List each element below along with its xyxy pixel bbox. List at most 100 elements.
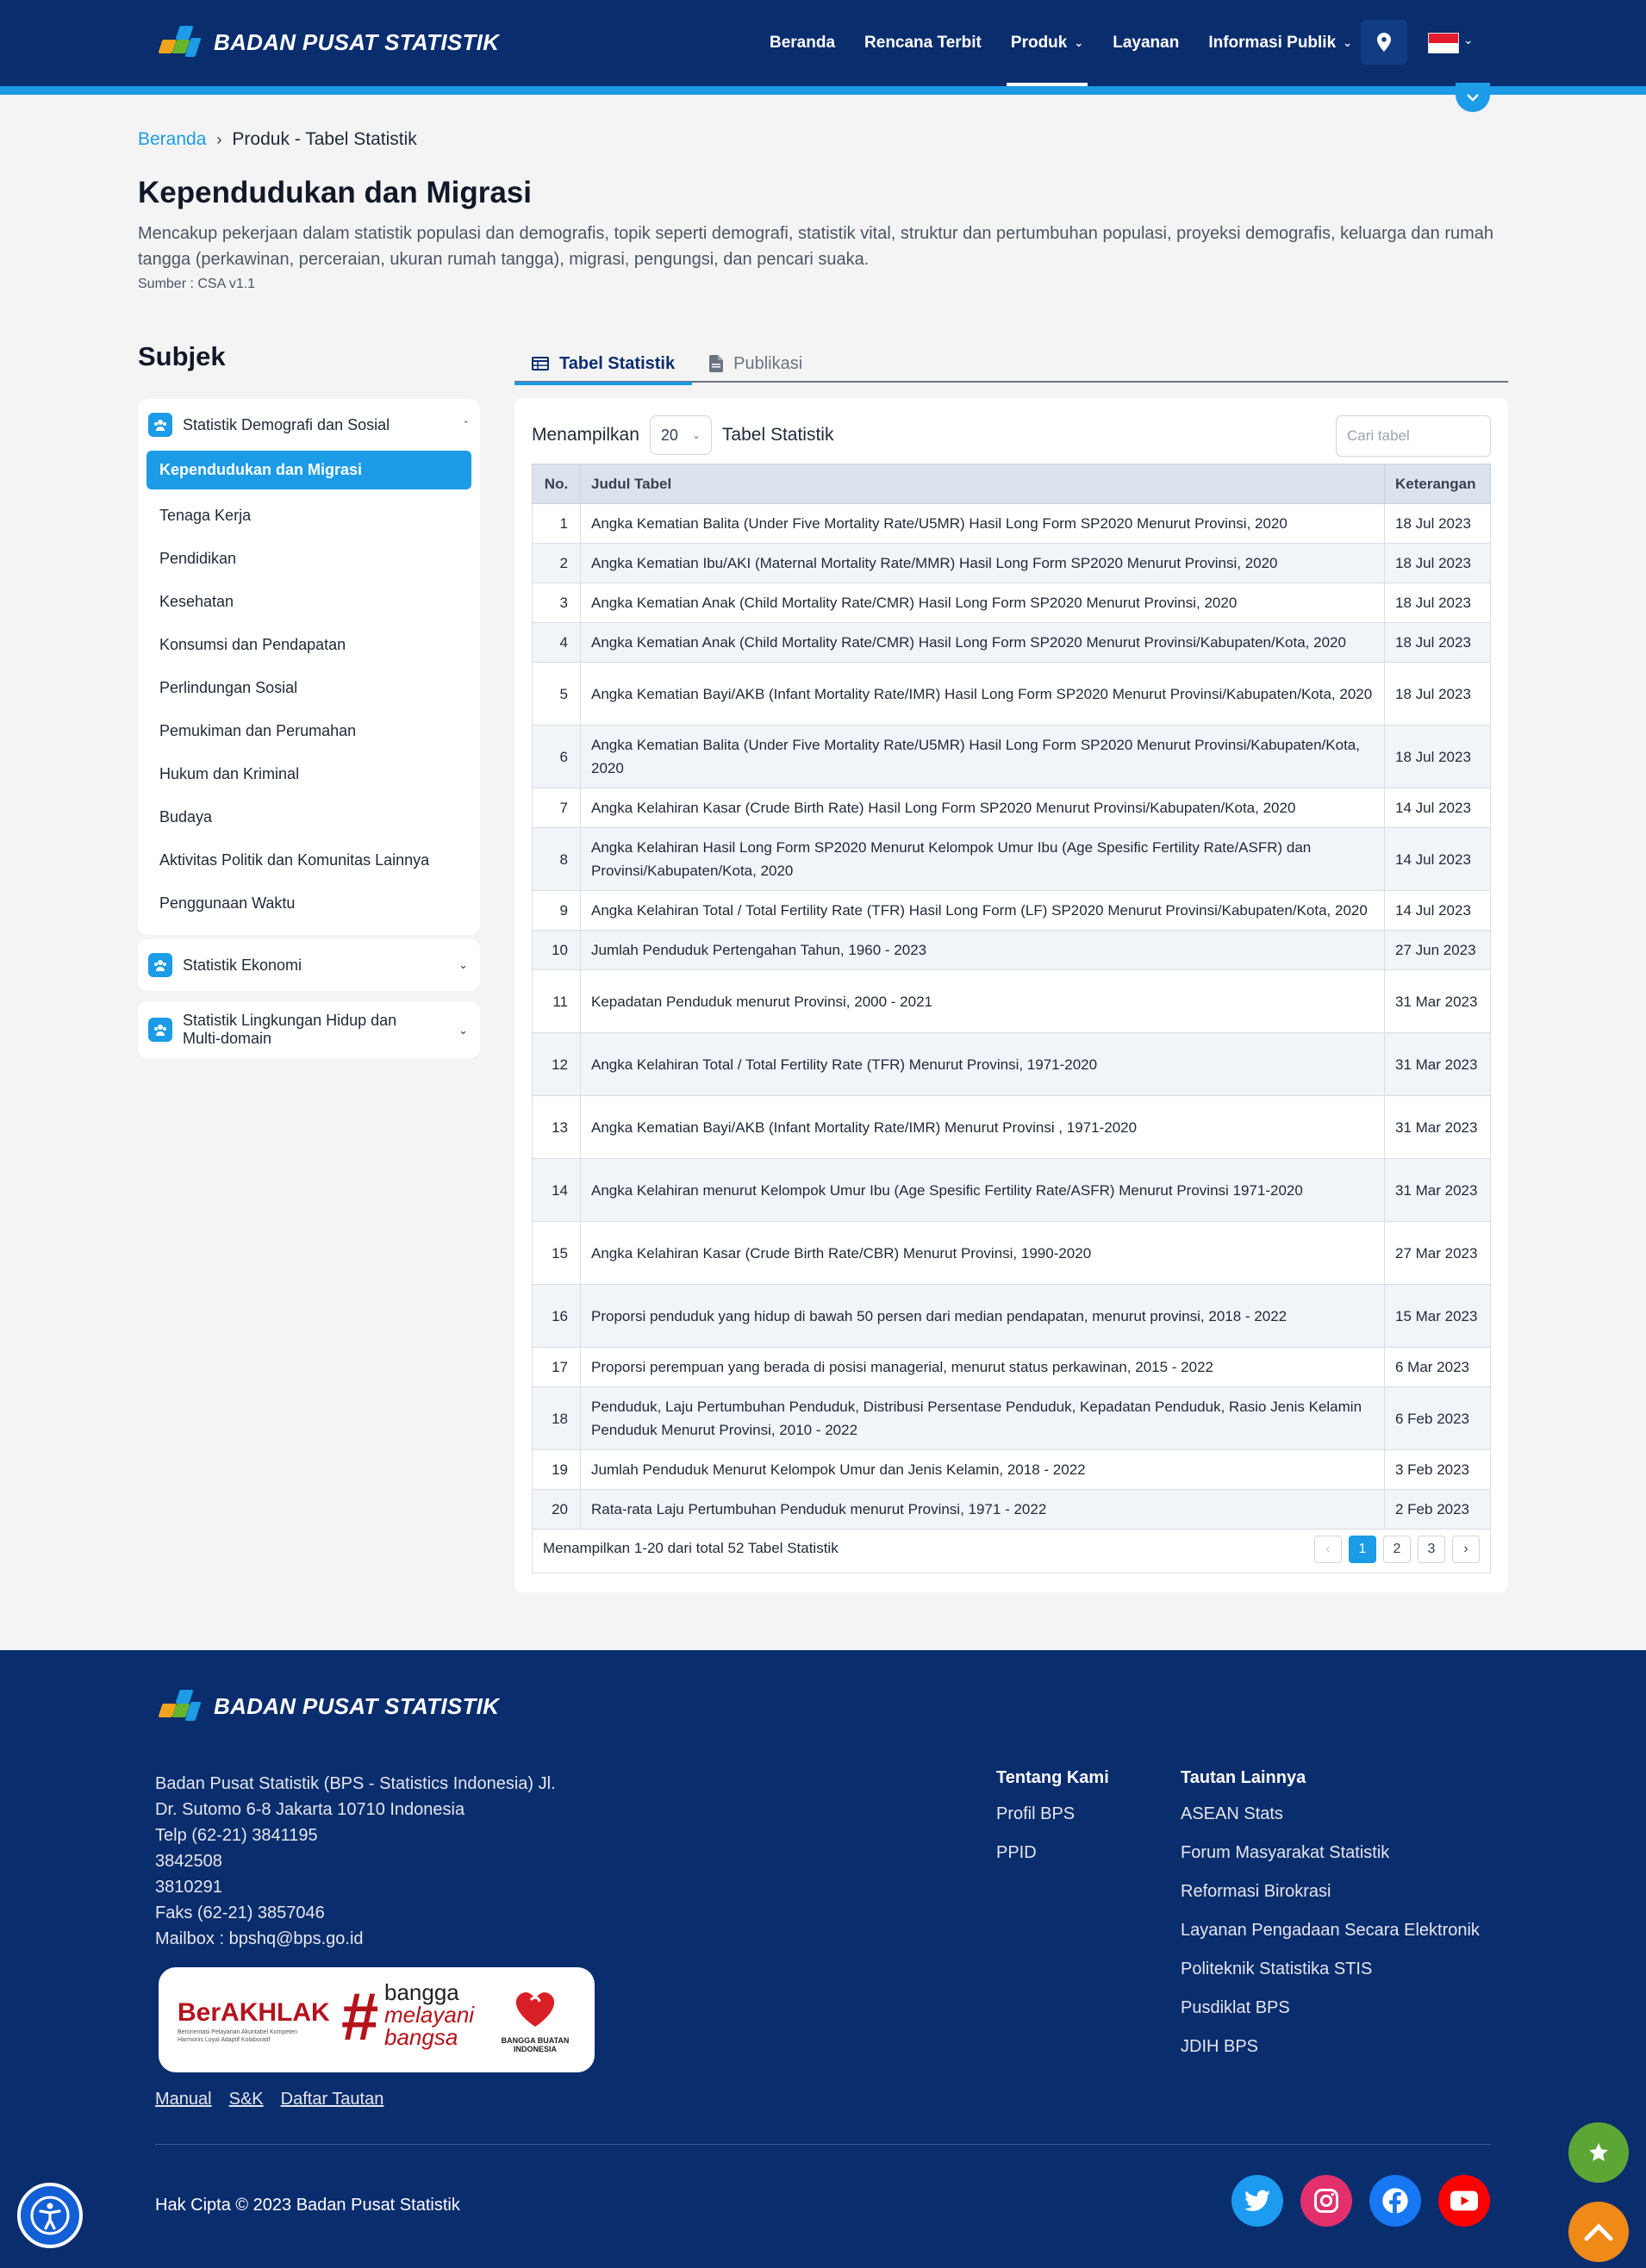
row-title-link[interactable]: Jumlah Penduduk Pertengahan Tahun, 1960 … <box>580 930 1385 970</box>
nav-produk[interactable]: Produk ⌄ <box>1006 0 1088 86</box>
row-title-link[interactable]: Angka Kematian Anak (Child Mortality Rat… <box>580 622 1385 663</box>
nav-rencana-terbit[interactable]: Rencana Terbit <box>864 0 982 86</box>
sidebar-item-kependudukan[interactable]: Kependudukan dan Migrasi <box>147 451 471 489</box>
chevron-down-icon: ⌄ <box>458 958 468 971</box>
row-title-link[interactable]: Angka Kelahiran Hasil Long Form SP2020 M… <box>580 827 1385 891</box>
row-title-link[interactable]: Proporsi penduduk yang hidup di bawah 50… <box>580 1284 1385 1348</box>
sidebar-item-pemukiman[interactable]: Pemukiman dan Perumahan <box>147 709 471 752</box>
footer-link-forum[interactable]: Forum Masyarakat Statistik <box>1181 1834 1480 1872</box>
footer-link-profil-bps[interactable]: Profil BPS <box>996 1795 1109 1834</box>
row-title-link[interactable]: Penduduk, Laju Pertumbuhan Penduduk, Dis… <box>580 1386 1385 1450</box>
table-row[interactable]: 15 Angka Kelahiran Kasar (Crude Birth Rat… <box>532 1221 1491 1285</box>
nav-beranda[interactable]: Beranda <box>770 0 835 86</box>
footer-link-daftar-tautan[interactable]: Daftar Tautan <box>281 2090 384 2109</box>
table-summary: Menampilkan 1-20 dari total 52 Tabel Sta… <box>543 1539 839 1556</box>
youtube-button[interactable] <box>1438 2175 1490 2227</box>
indonesia-flag-icon[interactable] <box>1428 33 1459 53</box>
table-row[interactable]: 2 Angka Kematian Ibu/AKI (Maternal Mortal… <box>532 543 1491 583</box>
sidebar-item-aktivitas-politik[interactable]: Aktivitas Politik dan Komunitas Lainnya <box>147 838 471 882</box>
footer-link-pusdiklat[interactable]: Pusdiklat BPS <box>1181 1989 1480 2028</box>
tab-publikasi[interactable]: Publikasi <box>692 345 820 383</box>
row-title-link[interactable]: Angka Kelahiran Kasar (Crude Birth Rate/… <box>580 1221 1385 1285</box>
pagination-prev-button[interactable]: ‹ <box>1314 1536 1342 1563</box>
row-title-link[interactable]: Angka Kematian Balita (Under Five Mortal… <box>580 503 1385 544</box>
nav-informasi-publik[interactable]: Informasi Publik ⌄ <box>1208 0 1352 86</box>
table-row[interactable]: 3 Angka Kematian Anak (Child Mortality Ra… <box>532 583 1491 623</box>
instagram-button[interactable] <box>1300 2175 1352 2227</box>
sidebar-item-budaya[interactable]: Budaya <box>147 795 471 838</box>
pagination-page-1[interactable]: 1 <box>1349 1536 1376 1563</box>
sidebar-item-perlindungan[interactable]: Perlindungan Sosial <box>147 666 471 709</box>
sidebar-item-pendidikan[interactable]: Pendidikan <box>147 537 471 580</box>
pagination-next-button[interactable]: › <box>1452 1536 1480 1563</box>
row-title-link[interactable]: Angka Kelahiran menurut Kelompok Umur Ib… <box>580 1158 1385 1222</box>
table-row[interactable]: 5 Angka Kematian Bayi/AKB (Infant Mortali… <box>532 662 1491 726</box>
location-button[interactable] <box>1361 20 1407 65</box>
row-title-link[interactable]: Angka Kematian Balita (Under Five Mortal… <box>580 725 1385 788</box>
twitter-button[interactable] <box>1231 2175 1283 2227</box>
footer-link-ppid[interactable]: PPID <box>996 1834 1109 1872</box>
table-row[interactable]: 17 Proporsi perempuan yang berada di posi… <box>532 1347 1491 1387</box>
row-title-link[interactable]: Angka Kematian Anak (Child Mortality Rat… <box>580 583 1385 623</box>
row-title-link[interactable]: Proporsi perempuan yang berada di posisi… <box>580 1347 1385 1387</box>
row-title-link[interactable]: Angka Kelahiran Total / Total Fertility … <box>580 1032 1385 1096</box>
sidebar-group-demografi: Statistik Demografi dan Sosial ˆ Kependu… <box>138 399 480 935</box>
table-row[interactable]: 9 Angka Kelahiran Total / Total Fertility… <box>532 890 1491 931</box>
sidebar-group-header[interactable]: Statistik Demografi dan Sosial ˆ <box>138 399 480 451</box>
accessibility-button[interactable] <box>17 2183 83 2248</box>
table-row[interactable]: 6 Angka Kematian Balita (Under Five Morta… <box>532 725 1491 788</box>
scroll-to-top-button[interactable] <box>1568 2202 1629 2262</box>
table-row[interactable]: 16 Proporsi penduduk yang hidup di bawah … <box>532 1284 1491 1348</box>
table-row[interactable]: 13 Angka Kematian Bayi/AKB (Infant Mortal… <box>532 1095 1491 1159</box>
row-title-link[interactable]: Jumlah Penduduk Menurut Kelompok Umur da… <box>580 1449 1385 1490</box>
row-title-link[interactable]: Kepadatan Penduduk menurut Provinsi, 200… <box>580 969 1385 1033</box>
facebook-button[interactable] <box>1369 2175 1421 2227</box>
sidebar-item-hukum[interactable]: Hukum dan Kriminal <box>147 752 471 795</box>
tab-tabel-statistik[interactable]: Tabel Statistik <box>514 345 693 385</box>
table-row[interactable]: 12 Angka Kelahiran Total / Total Fertilit… <box>532 1032 1491 1096</box>
footer-logo[interactable]: BADAN PUSAT STATISTIK <box>155 1685 499 1728</box>
table-row[interactable]: 1 Angka Kematian Balita (Under Five Morta… <box>532 503 1491 544</box>
table-row[interactable]: 10 Jumlah Penduduk Pertengahan Tahun, 196… <box>532 930 1491 970</box>
address-line: Mailbox : bpshq@bps.go.id <box>155 1929 364 1948</box>
footer-link-asean-stats[interactable]: ASEAN Stats <box>1181 1795 1480 1834</box>
sidebar-item-penggunaan-waktu[interactable]: Penggunaan Waktu <box>147 882 471 925</box>
sidebar-group-lingkungan[interactable]: Statistik Lingkungan Hidup dan Multi-dom… <box>138 1001 480 1058</box>
row-title-link[interactable]: Angka Kelahiran Kasar (Crude Birth Rate)… <box>580 788 1385 828</box>
row-title-link[interactable]: Angka Kematian Bayi/AKB (Infant Mortalit… <box>580 662 1385 726</box>
breadcrumb-home-link[interactable]: Beranda <box>138 129 206 150</box>
collapse-header-button[interactable] <box>1456 83 1490 112</box>
footer-link-reformasi[interactable]: Reformasi Birokrasi <box>1181 1872 1480 1911</box>
address-line: Badan Pusat Statistik (BPS - Statistics … <box>155 1774 556 1793</box>
table-row[interactable]: 18 Penduduk, Laju Pertumbuhan Penduduk, D… <box>532 1386 1491 1450</box>
sidebar-group-header[interactable]: Statistik Lingkungan Hidup dan Multi-dom… <box>138 1001 480 1058</box>
per-page-select[interactable]: 20 ⌄ <box>649 415 712 455</box>
row-title-link[interactable]: Angka Kelahiran Total / Total Fertility … <box>580 890 1385 931</box>
footer-link-sk[interactable]: S&K <box>229 2090 264 2109</box>
table-row[interactable]: 7 Angka Kelahiran Kasar (Crude Birth Rate… <box>532 788 1491 828</box>
table-row[interactable]: 11 Kepadatan Penduduk menurut Provinsi, 2… <box>532 969 1491 1033</box>
sidebar-group-ekonomi[interactable]: Statistik Ekonomi ⌄ <box>138 939 480 991</box>
content-tabs: Tabel Statistik Publikasi <box>514 345 1508 385</box>
row-title-link[interactable]: Angka Kematian Bayi/AKB (Infant Mortalit… <box>580 1095 1385 1159</box>
pagination-page-3[interactable]: 3 <box>1418 1536 1445 1563</box>
sidebar-item-konsumsi[interactable]: Konsumsi dan Pendapatan <box>147 623 471 666</box>
sidebar-group-header[interactable]: Statistik Ekonomi ⌄ <box>138 939 480 991</box>
footer-link-jdih[interactable]: JDIH BPS <box>1181 2028 1480 2066</box>
nav-layanan[interactable]: Layanan <box>1113 0 1179 86</box>
sidebar-item-tenaga-kerja[interactable]: Tenaga Kerja <box>147 494 471 537</box>
footer-link-lpse[interactable]: Layanan Pengadaan Secara Elektronik <box>1181 1911 1480 1950</box>
row-title-link[interactable]: Angka Kematian Ibu/AKI (Maternal Mortali… <box>580 543 1385 583</box>
chevron-down-icon[interactable]: ⌄ <box>1463 33 1474 47</box>
sidebar-item-kesehatan[interactable]: Kesehatan <box>147 580 471 623</box>
footer-link-stis[interactable]: Politeknik Statistika STIS <box>1181 1950 1480 1989</box>
table-row[interactable]: 19 Jumlah Penduduk Menurut Kelompok Umur … <box>532 1449 1491 1490</box>
footer-link-manual[interactable]: Manual <box>155 2090 212 2109</box>
table-row[interactable]: 8 Angka Kelahiran Hasil Long Form SP2020 … <box>532 827 1491 891</box>
table-row[interactable]: 4 Angka Kematian Anak (Child Mortality Ra… <box>532 622 1491 663</box>
pagination-page-2[interactable]: 2 <box>1383 1536 1411 1563</box>
favorite-button[interactable] <box>1568 2122 1629 2183</box>
bps-logo[interactable]: BADAN PUSAT STATISTIK <box>155 21 499 64</box>
table-row[interactable]: 14 Angka Kelahiran menurut Kelompok Umur … <box>532 1158 1491 1222</box>
search-table-input[interactable] <box>1336 415 1491 457</box>
